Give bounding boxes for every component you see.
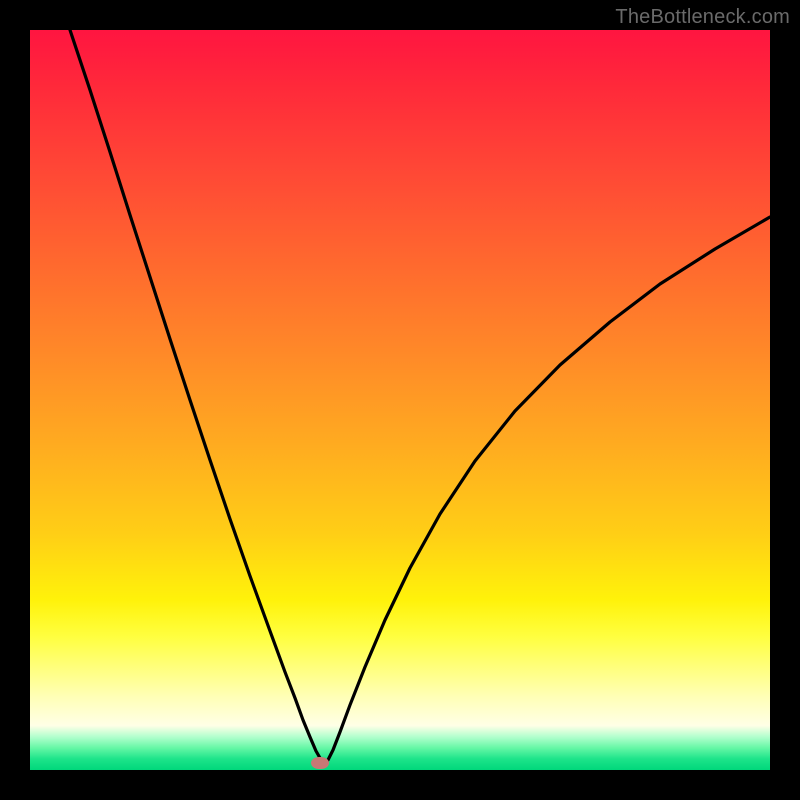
chart-frame: TheBottleneck.com bbox=[0, 0, 800, 800]
bottleneck-curve bbox=[30, 30, 770, 770]
watermark-text: TheBottleneck.com bbox=[615, 6, 790, 29]
plot-area bbox=[30, 30, 770, 770]
minimum-marker bbox=[311, 757, 329, 769]
